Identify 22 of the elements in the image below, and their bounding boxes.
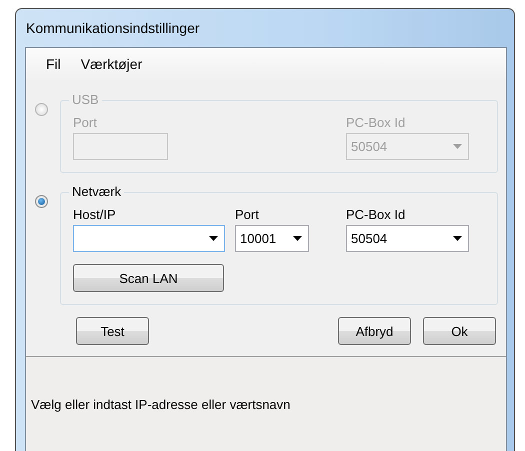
dialog-button[interactable]: Afbryd xyxy=(338,317,411,345)
status-text: Vælg eller indtast IP-adresse eller værtsnavn xyxy=(31,396,290,412)
field-label: Port xyxy=(235,207,260,222)
dropdown-arrow-icon[interactable] xyxy=(209,236,218,241)
group-title: Netværk xyxy=(69,184,124,199)
dialog-button[interactable]: Test xyxy=(76,317,149,345)
group-title: USB xyxy=(69,92,102,107)
dropdown-arrow-icon[interactable] xyxy=(453,236,462,241)
window-title: Kommunikationsindstillinger xyxy=(25,19,201,38)
menu-item[interactable]: Værktøjer xyxy=(70,54,152,74)
port-dropdown[interactable]: 10001 xyxy=(235,225,309,252)
port-field[interactable] xyxy=(73,133,168,160)
dialog-button[interactable]: Ok xyxy=(423,317,496,345)
pc-box-id-dropdown[interactable]: 50504 xyxy=(346,225,469,252)
field-label: Port xyxy=(73,115,98,130)
dropdown-arrow-icon[interactable] xyxy=(293,236,302,241)
radio-button[interactable] xyxy=(35,195,48,208)
field-label: PC-Box Id xyxy=(346,115,406,130)
field-label: Host/IP xyxy=(73,207,117,222)
scan-lan-button[interactable]: Scan LAN xyxy=(73,264,224,292)
menu-item[interactable]: Fil xyxy=(36,54,71,74)
field-label: PC-Box Id xyxy=(346,207,406,222)
